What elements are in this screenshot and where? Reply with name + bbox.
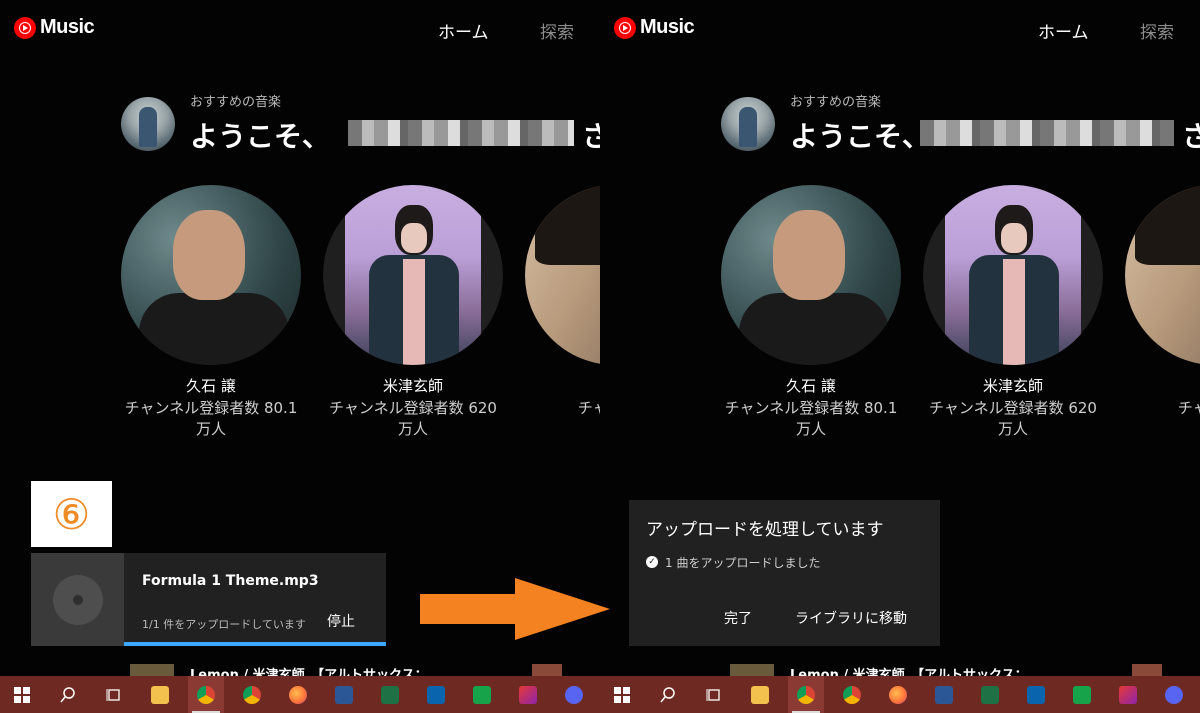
artist-subscribers: チャンネル登録者数 80.1 万人 (724, 399, 898, 438)
song-thumbnail[interactable] (532, 664, 562, 676)
artist-image (1125, 185, 1200, 365)
redacted-username (348, 120, 574, 146)
step-number-badge: ⑥ (31, 481, 112, 547)
artist-image (923, 185, 1103, 365)
artist-name: 久石 譲 (186, 377, 236, 395)
artist-image (525, 185, 600, 365)
artist-image (721, 185, 901, 365)
search-icon[interactable] (650, 676, 686, 713)
done-button[interactable]: 完了 (724, 608, 752, 628)
artist-subscribers: チャンネル登録者数 620 万人 (929, 399, 1097, 438)
artist-image (121, 185, 301, 365)
section-subtitle: おすすめの音楽 (790, 95, 882, 110)
artist-name: 星 (525, 375, 600, 396)
feather-icon[interactable] (510, 676, 546, 713)
artist-name: 星 (1125, 375, 1200, 396)
firefox-icon[interactable] (880, 676, 916, 713)
artist-card[interactable]: 久石 譲 チャンネル登録者数 80.1 万人 (121, 185, 301, 440)
user-avatar[interactable] (721, 97, 775, 151)
word-icon[interactable] (326, 676, 362, 713)
chrome-icon[interactable] (788, 676, 824, 713)
file-explorer-icon[interactable] (742, 676, 778, 713)
artist-card[interactable]: 久石 譲 チャンネル登録者数 80.1 万人 (721, 185, 901, 440)
check-circle-icon: ✓ (646, 556, 658, 568)
brand-name: Music (640, 16, 695, 38)
welcome-title-tail: さ (1182, 120, 1200, 153)
artist-card[interactable]: 米津玄師 チャンネル登録者数 620 万人 (323, 185, 503, 440)
word-icon[interactable] (926, 676, 962, 713)
artist-name: 米津玄師 (982, 377, 1043, 395)
go-to-library-button[interactable]: ライブラリに移動 (795, 608, 907, 628)
welcome-text: ようこそ、 (190, 120, 331, 153)
welcome-text: ようこそ、 (790, 120, 931, 153)
upload-filename: Formula 1 Theme.mp3 (142, 573, 319, 589)
artist-card[interactable]: 星 チャンネル (525, 185, 600, 419)
file-explorer-icon[interactable] (142, 676, 178, 713)
stop-upload-button[interactable]: 停止 (327, 611, 355, 631)
excel-icon[interactable] (372, 676, 408, 713)
feather-icon[interactable] (1110, 676, 1146, 713)
chrome-icon[interactable] (234, 676, 270, 713)
task-view-icon[interactable] (96, 676, 132, 713)
artist-card[interactable]: 星 チャンネル (1125, 185, 1200, 419)
youtube-music-logo[interactable]: Music (614, 16, 695, 39)
welcome-title: ようこそ、 (790, 115, 930, 155)
artist-subscribers: チャンネル登録者数 620 万人 (329, 399, 497, 438)
artist-card[interactable]: 米津玄師 チャンネル登録者数 620 万人 (923, 185, 1103, 440)
song-thumbnail[interactable] (730, 664, 774, 676)
messages-icon[interactable] (464, 676, 500, 713)
outlook-icon[interactable] (418, 676, 454, 713)
dialog-title: アップロードを処理しています (646, 520, 884, 540)
artist-subscribers: チャンネル (1177, 399, 1200, 417)
artist-image (323, 185, 503, 365)
windows-start-icon[interactable] (604, 676, 640, 713)
song-row-title[interactable]: Lemon / 米津玄師 【アルトサックス： (190, 664, 428, 676)
chrome-icon[interactable] (188, 676, 224, 713)
excel-icon[interactable] (972, 676, 1008, 713)
welcome-title: ようこそ、 (190, 115, 330, 155)
arrow-right-icon (420, 578, 610, 640)
nav-explore[interactable]: 探索 (540, 18, 574, 43)
nav-explore[interactable]: 探索 (1140, 18, 1174, 43)
section-subtitle: おすすめの音楽 (190, 95, 282, 110)
artist-subscribers: チャンネル登録者数 80.1 万人 (124, 399, 298, 438)
windows-taskbar (0, 676, 1200, 713)
youtube-music-icon (14, 16, 36, 39)
youtube-music-logo[interactable]: Music (14, 16, 95, 39)
welcome-title-tail: さ (582, 120, 600, 153)
search-icon[interactable] (50, 676, 86, 713)
upload-complete-message: 1 曲をアップロードしました (665, 556, 821, 570)
artist-name: 米津玄師 (382, 377, 443, 395)
windows-start-icon[interactable] (4, 676, 40, 713)
discord-icon[interactable] (556, 676, 592, 713)
firefox-icon[interactable] (280, 676, 316, 713)
youtube-music-icon (614, 16, 636, 39)
song-row-title[interactable]: Lemon / 米津玄師 【アルトサックス： (790, 664, 1028, 676)
album-art-placeholder (31, 553, 124, 646)
artist-name: 久石 譲 (786, 377, 836, 395)
brand-name: Music (40, 16, 95, 38)
nav-home[interactable]: ホーム (1038, 18, 1089, 43)
nav-home[interactable]: ホーム (438, 18, 489, 43)
upload-progress-bar (124, 642, 386, 646)
artist-subscribers: チャンネル (577, 399, 600, 417)
disc-icon (52, 574, 103, 625)
song-thumbnail[interactable] (1132, 664, 1162, 676)
discord-icon[interactable] (1156, 676, 1192, 713)
chrome-icon[interactable] (834, 676, 870, 713)
upload-progress-toast: Formula 1 Theme.mp3 1/1 件をアップロードしています 停止 (31, 553, 386, 646)
user-avatar[interactable] (121, 97, 175, 151)
outlook-icon[interactable] (1018, 676, 1054, 713)
upload-complete-dialog: アップロードを処理しています ✓ 1 曲をアップロードしました 完了 ライブラリ… (629, 500, 940, 646)
redacted-username (920, 120, 1174, 146)
upload-status: 1/1 件をアップロードしています (142, 618, 306, 631)
messages-icon[interactable] (1064, 676, 1100, 713)
song-thumbnail[interactable] (130, 664, 174, 676)
task-view-icon[interactable] (696, 676, 732, 713)
